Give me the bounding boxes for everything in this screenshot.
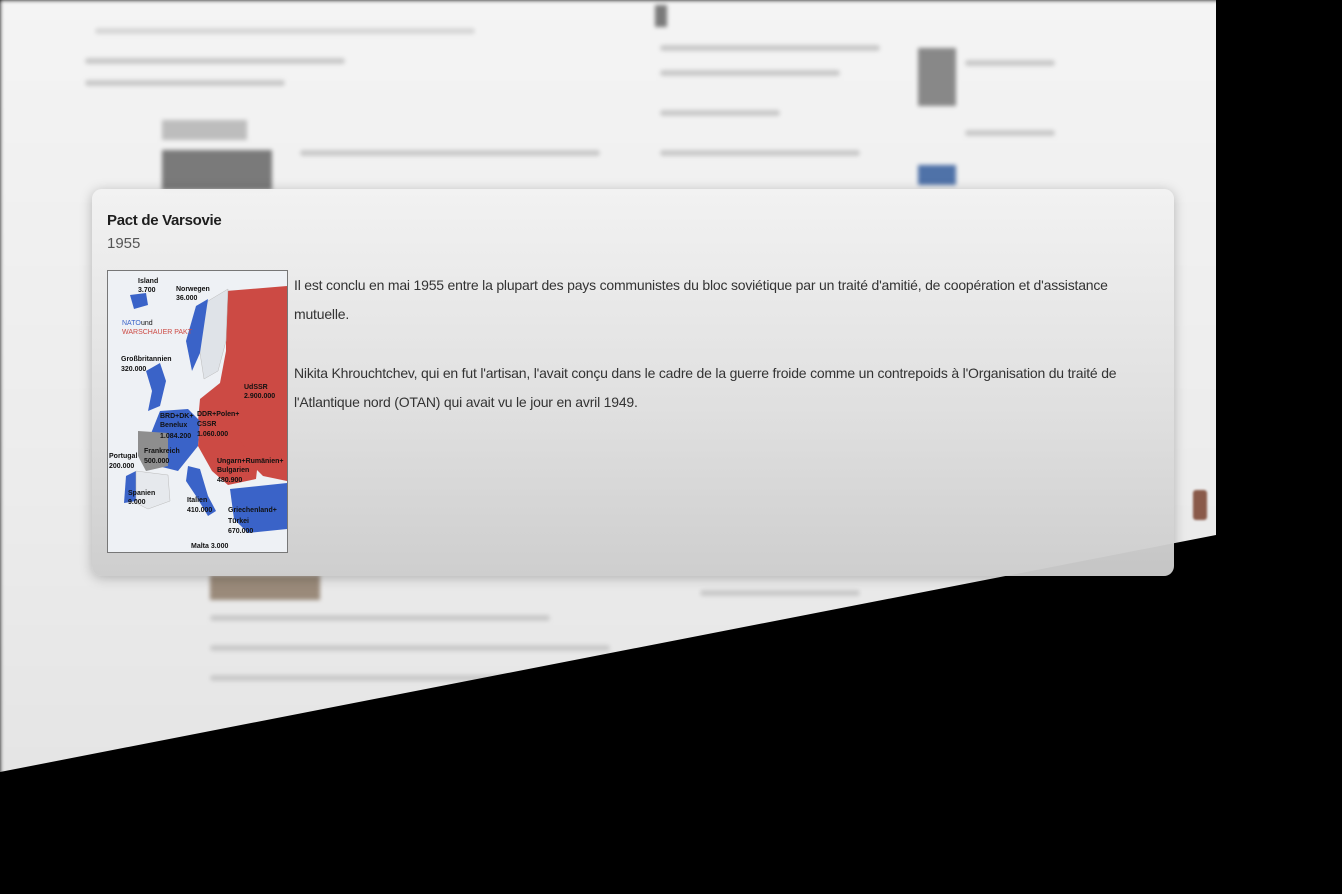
legend-und: und bbox=[141, 320, 153, 327]
bg-image bbox=[655, 5, 667, 27]
bg-text-line bbox=[660, 150, 860, 156]
legend-warsaw: WARSCHAUER PAKT bbox=[122, 329, 193, 336]
map-label-bulgarien: Bulgarien bbox=[217, 467, 249, 474]
map-value-udssr: 2.900.000 bbox=[244, 393, 275, 400]
map-label-tuerkei: Türkei bbox=[228, 518, 249, 525]
map-value-norwegen: 36.000 bbox=[176, 295, 198, 302]
map-value-portugal: 200.000 bbox=[109, 463, 134, 470]
bg-image bbox=[210, 575, 320, 600]
map-label-brd: BRD+DK+ bbox=[160, 413, 193, 420]
map-label-cssr: CSSR bbox=[197, 421, 216, 428]
bg-text-line bbox=[660, 45, 880, 51]
card-paragraph: Nikita Khrouchtchev, qui en fut l'artisa… bbox=[294, 365, 1117, 410]
map-value-griechenland: 670.000 bbox=[228, 528, 253, 535]
bg-text-line bbox=[210, 645, 610, 651]
bg-text-line bbox=[85, 80, 285, 86]
bg-text-line bbox=[660, 70, 840, 76]
map-label-italien: Italien bbox=[187, 497, 207, 504]
map-value-italien: 410.000 bbox=[187, 507, 212, 514]
map-label-spanien: Spanien bbox=[128, 490, 155, 497]
bg-text-line bbox=[660, 110, 780, 116]
bg-image bbox=[918, 165, 956, 185]
cold-war-europe-map: Island 3.700 Norwegen 36.000 NATO und WA… bbox=[108, 271, 287, 552]
map-label-frankreich: Frankreich bbox=[144, 448, 180, 455]
bg-text-line bbox=[210, 675, 510, 681]
map-label-griechenland: Griechenland+ bbox=[228, 507, 277, 514]
map-label-portugal: Portugal bbox=[109, 453, 137, 460]
bg-image bbox=[162, 120, 247, 140]
bg-text-line bbox=[965, 130, 1055, 136]
card-description: Il est conclu en mai 1955 entre la plupa… bbox=[294, 271, 1154, 447]
crest-icon bbox=[1193, 490, 1207, 520]
map-label-gb: Großbritannien bbox=[121, 356, 172, 363]
bg-text-line bbox=[210, 615, 550, 621]
map-label-udssr: UdSSR bbox=[244, 384, 268, 391]
background-edge bbox=[1216, 0, 1342, 894]
map-value-ungarn: 480.900 bbox=[217, 477, 242, 484]
card-paragraph: Il est conclu en mai 1955 entre la plupa… bbox=[294, 277, 1108, 322]
info-card[interactable]: Pact de Varsovie 1955 Island 3.700 Norwe… bbox=[92, 189, 1174, 576]
bg-image bbox=[918, 48, 956, 106]
bg-image bbox=[162, 150, 272, 190]
card-year: 1955 bbox=[107, 235, 141, 252]
map-label-malta: Malta 3.000 bbox=[191, 543, 228, 550]
map-label-island: Island bbox=[138, 278, 158, 285]
bg-text-line bbox=[300, 150, 600, 156]
map-value-brd: 1.084.200 bbox=[160, 433, 191, 440]
legend-nato: NATO bbox=[122, 320, 141, 327]
map-value-ddr: 1.060.000 bbox=[197, 431, 228, 438]
map-value-frankreich: 500.000 bbox=[144, 458, 169, 465]
map-label-benelux: Benelux bbox=[160, 422, 187, 429]
bg-text-line bbox=[85, 58, 345, 64]
map-value-island: 3.700 bbox=[138, 287, 156, 294]
map-value-spanien: 9.000 bbox=[128, 499, 146, 506]
map-label-ddr: DDR+Polen+ bbox=[197, 411, 239, 418]
bg-text-line bbox=[95, 28, 475, 34]
bg-text-line bbox=[700, 590, 860, 596]
card-title: Pact de Varsovie bbox=[107, 212, 222, 229]
map-label-norwegen: Norwegen bbox=[176, 286, 210, 293]
map-label-ungarn: Ungarn+Rumänien+ bbox=[217, 458, 284, 465]
map-value-gb: 320.000 bbox=[121, 366, 146, 373]
bg-text-line bbox=[965, 60, 1055, 66]
map-image: Island 3.700 Norwegen 36.000 NATO und WA… bbox=[107, 270, 288, 553]
